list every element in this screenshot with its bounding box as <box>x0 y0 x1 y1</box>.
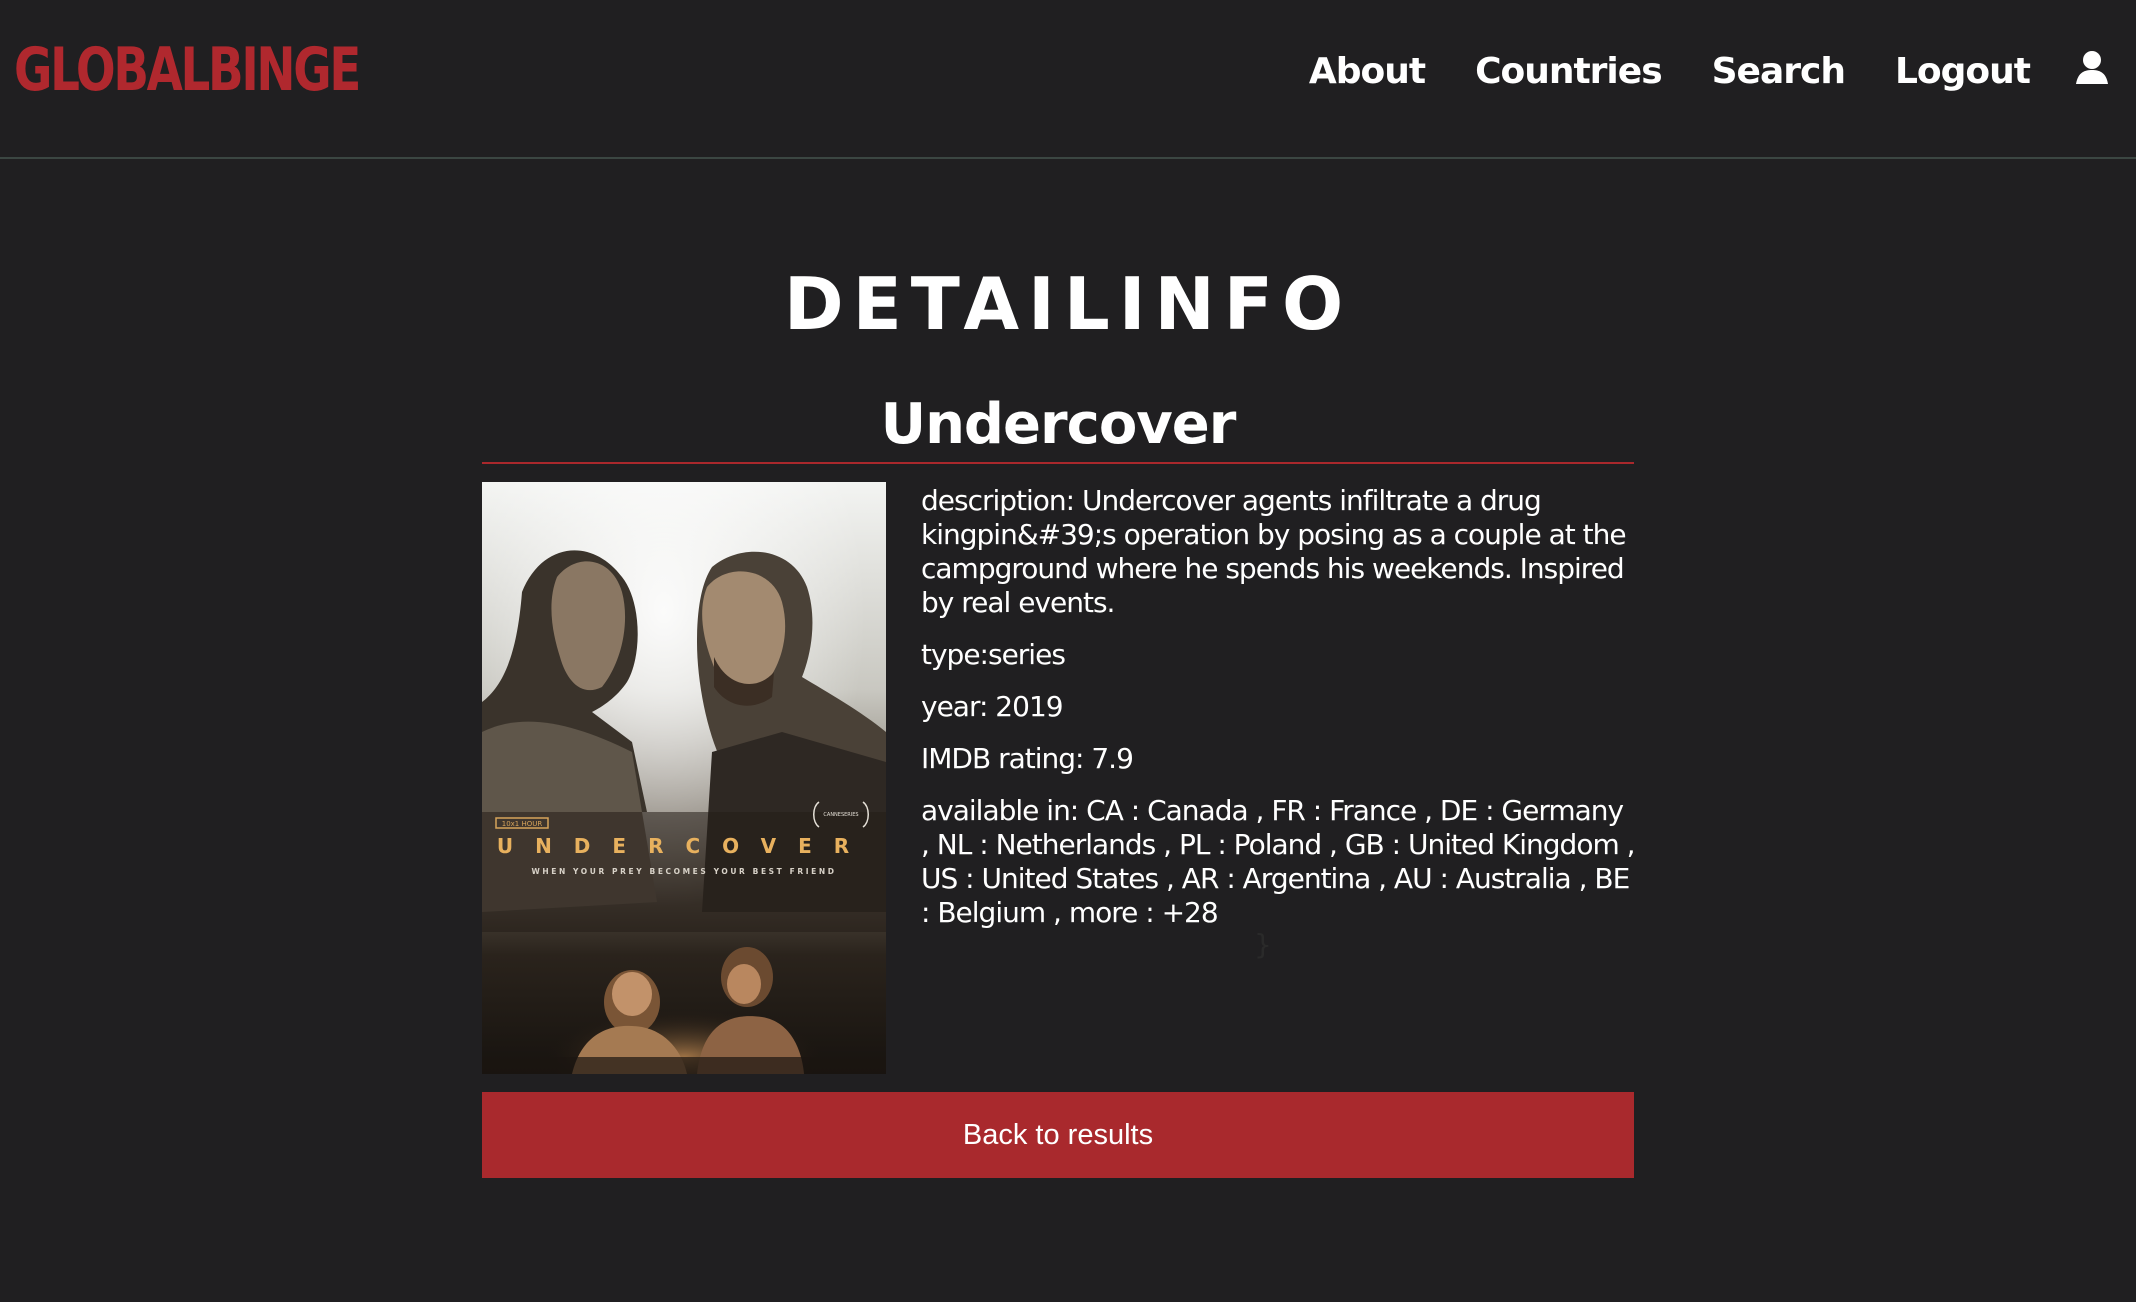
page-title: DETAILINFO <box>783 262 1353 346</box>
globalbinge-logo[interactable]: GLOBALBINGE <box>14 34 361 106</box>
nav-about-link[interactable]: About <box>1309 51 1426 92</box>
svg-text:CANNESERIES: CANNESERIES <box>823 812 858 818</box>
back-to-results-button[interactable]: Back to results <box>482 1092 1634 1178</box>
imdb-rating-text: IMDB rating: 7.9 <box>921 742 1134 775</box>
svg-text:UNDERCOVER: UNDERCOVER <box>497 834 871 858</box>
top-navbar: GLOBALBINGE About Countries Search Logou… <box>0 0 2136 159</box>
title-divider <box>482 462 1634 464</box>
nav-countries-link[interactable]: Countries <box>1475 51 1663 92</box>
nav-logout-link[interactable]: Logout <box>1895 51 2031 92</box>
title-details: description: Undercover agents infiltrat… <box>921 482 1636 948</box>
movie-title: Undercover <box>880 392 1237 457</box>
nav-search-link[interactable]: Search <box>1712 51 1846 92</box>
movie-poster: 10x1 HOUR UNDERCOVER WHEN YOUR PREY BECO… <box>482 482 886 1074</box>
stray-brace: } <box>1254 928 1272 961</box>
svg-text:WHEN YOUR PREY BECOMES YOUR BE: WHEN YOUR PREY BECOMES YOUR BEST FRIEND <box>531 867 836 876</box>
type-text: type:series <box>921 638 1066 671</box>
year-text: year: 2019 <box>921 690 1064 723</box>
availability-text: available in: CA : Canada , FR : France … <box>921 794 1636 929</box>
user-icon[interactable] <box>2075 50 2109 86</box>
description-text: description: Undercover agents infiltrat… <box>921 484 1627 619</box>
nav-links: About Countries Search Logout <box>1309 40 2031 102</box>
svg-text:10x1 HOUR: 10x1 HOUR <box>502 820 543 828</box>
